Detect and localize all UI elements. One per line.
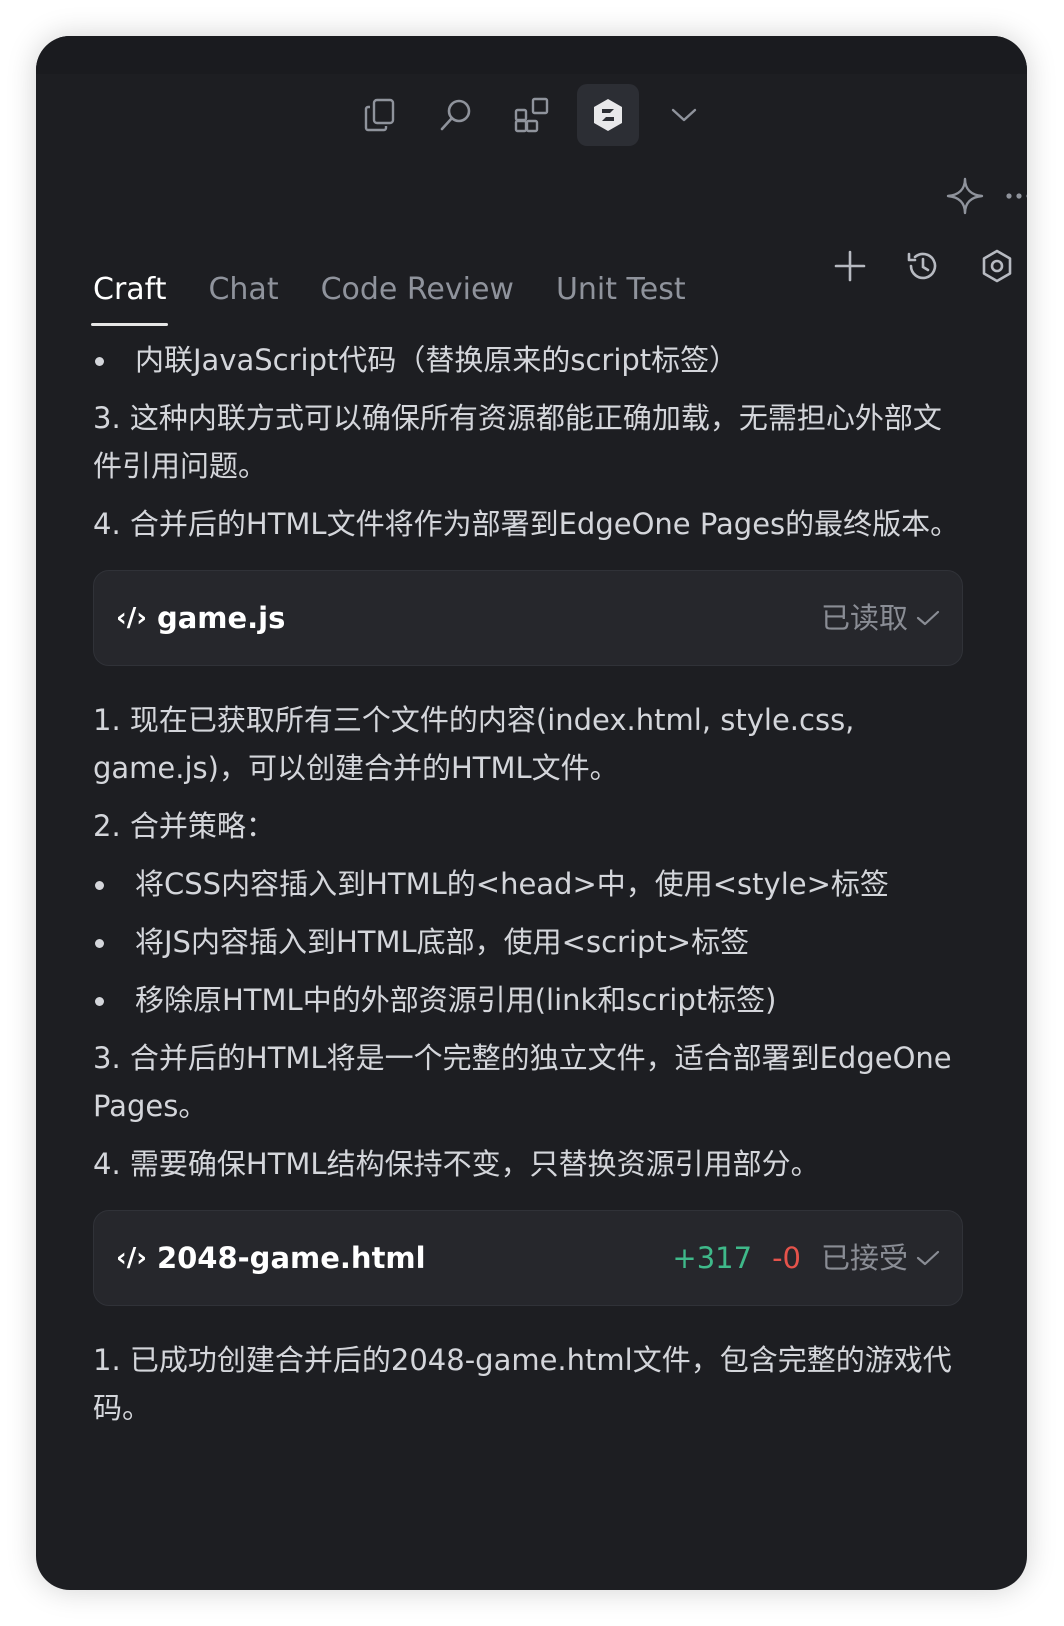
- app-logo-button[interactable]: [576, 84, 639, 146]
- search-button[interactable]: [425, 84, 487, 146]
- app-logo-icon: [593, 99, 622, 131]
- file-name: game.js: [156, 601, 286, 635]
- lines-added: +317: [672, 1241, 753, 1275]
- code-icon: ‹/›: [116, 1243, 147, 1273]
- copy-icon: [364, 98, 394, 132]
- assistant-panel: Craft Chat Code Review Unit Test 内联JavaS…: [36, 36, 1027, 1590]
- check-icon: [916, 610, 940, 626]
- tab-code-review[interactable]: Code Review: [321, 236, 514, 326]
- extensions-button[interactable]: [501, 84, 563, 146]
- search-icon: [440, 99, 470, 131]
- tab-actions: [833, 248, 1015, 284]
- copy-button[interactable]: [349, 84, 411, 146]
- status-label: 已读取: [820, 601, 908, 635]
- plus-icon[interactable]: [833, 249, 867, 283]
- tab-craft[interactable]: Craft: [90, 236, 169, 326]
- chevron-down-icon: [671, 108, 696, 122]
- status-label: 已接受: [820, 1241, 908, 1275]
- more-views-button[interactable]: [653, 84, 715, 146]
- status-accepted: 已接受: [821, 1234, 940, 1282]
- list-item: 将JS内容插入到HTML底部，使用<script>标签: [93, 918, 963, 966]
- list-item: 4. 需要确保HTML结构保持不变，只替换资源引用部分。: [93, 1147, 820, 1181]
- status-read: 已读取: [821, 594, 940, 642]
- check-icon: [916, 1250, 940, 1266]
- list-item: 1. 现在已获取所有三个文件的内容(index.html, style.css,…: [93, 703, 855, 785]
- tab-unit-test[interactable]: Unit Test: [556, 236, 686, 326]
- title-strip: [36, 36, 1027, 74]
- file-card-2048-game-html[interactable]: ‹/› 2048-game.html +317 -0 已接受: [93, 1210, 963, 1306]
- tab-chat[interactable]: Chat: [208, 236, 278, 326]
- list-item: 将CSS内容插入到HTML的<head>中，使用<style>标签: [93, 860, 963, 908]
- history-icon[interactable]: [905, 248, 941, 284]
- file-card-game-js[interactable]: ‹/› game.js 已读取: [93, 570, 963, 666]
- list-item: 3. 合并后的HTML将是一个完整的独立文件，适合部署到EdgeOne Page…: [93, 1041, 952, 1123]
- list-item: 移除原HTML中的外部资源引用(link和script标签): [93, 976, 963, 1024]
- settings-icon[interactable]: [979, 248, 1015, 284]
- list-item: 内联JavaScript代码（替换原来的script标签）: [93, 336, 963, 384]
- top-toolbar: [36, 84, 1027, 146]
- file-name: 2048-game.html: [156, 1241, 426, 1275]
- list-item: 4. 合并后的HTML文件将作为部署到EdgeOne Pages的最终版本。: [93, 507, 960, 541]
- list-item: 3. 这种内联方式可以确保所有资源都能正确加载，无需担心外部文件引用问题。: [93, 401, 942, 483]
- gemini-icon[interactable]: [945, 176, 985, 216]
- floating-actions: [945, 166, 1027, 226]
- message-stream: 内联JavaScript代码（替换原来的script标签） 3. 这种内联方式可…: [93, 336, 963, 1442]
- code-icon: ‹/›: [116, 603, 147, 633]
- more-icon[interactable]: [1005, 192, 1027, 200]
- list-item: 1. 已成功创建合并后的2048-game.html文件，包含完整的游戏代码。: [93, 1343, 952, 1425]
- list-item: 2. 合并策略：: [93, 809, 275, 843]
- lines-removed: -0: [772, 1241, 801, 1275]
- extensions-icon: [514, 97, 548, 133]
